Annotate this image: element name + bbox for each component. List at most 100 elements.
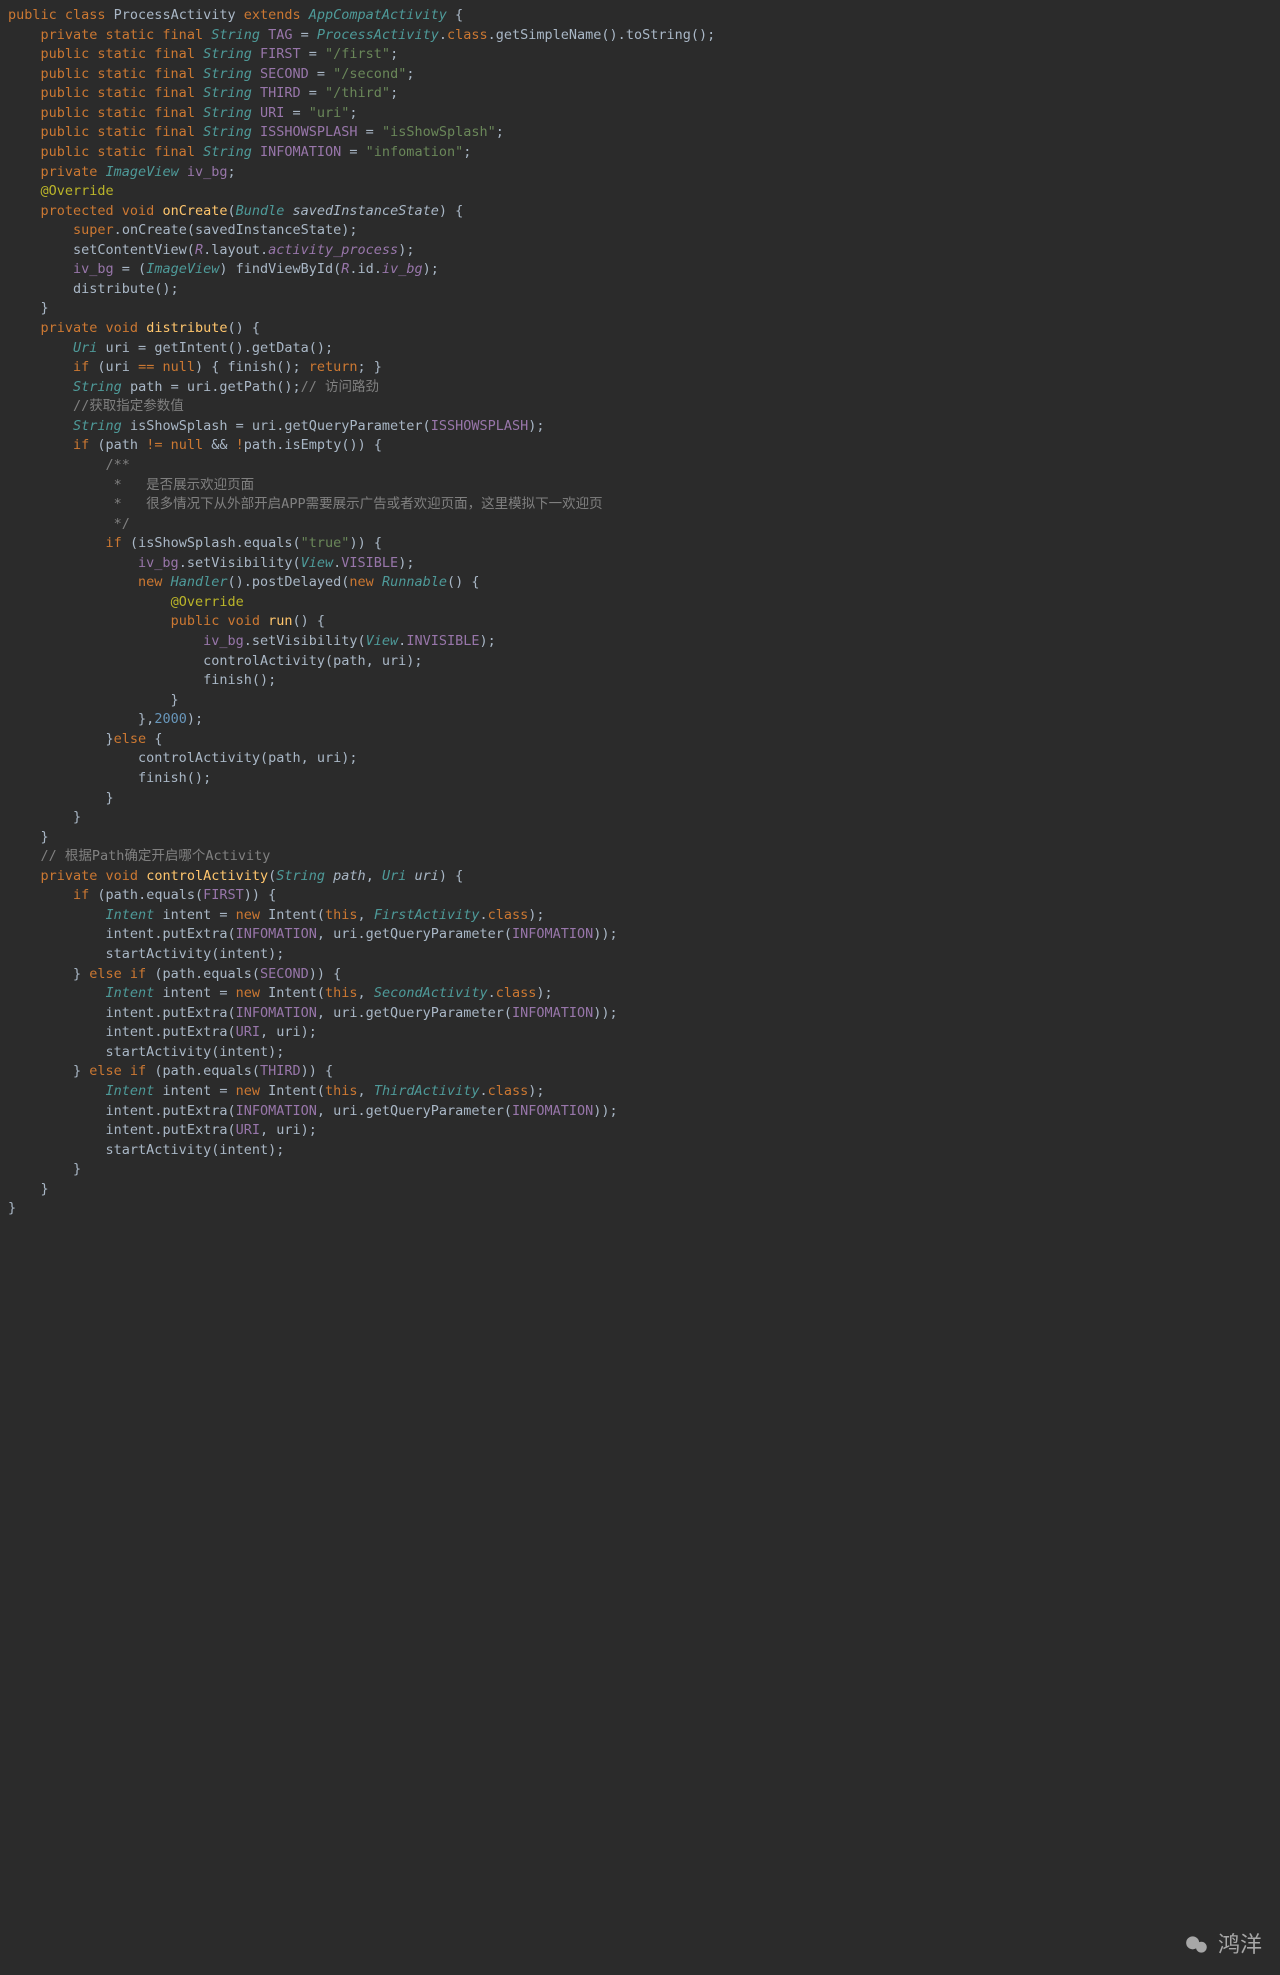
code-line: }: [8, 828, 1280, 848]
token-op: equals(: [203, 1063, 260, 1079]
code-line: @Override: [8, 182, 1280, 202]
token-op: [260, 27, 268, 43]
code-line: if (path.equals(FIRST)) {: [8, 886, 1280, 906]
token-kw: public static final: [41, 46, 204, 62]
token-dot: .: [488, 985, 496, 1001]
token-op: (): [227, 574, 243, 590]
code-line: String isShowSplash = uri.getQueryParame…: [8, 417, 1280, 437]
token-op: isEmpty()) {: [284, 437, 382, 453]
token-dot: .: [260, 242, 268, 258]
token-op: [8, 516, 106, 532]
token-op: , uri);: [260, 1024, 317, 1040]
token-field: SECOND: [260, 66, 309, 82]
token-op: putExtra(: [162, 1122, 235, 1138]
token-kw: new: [236, 907, 269, 923]
code-editor: public class ProcessActivity extends App…: [0, 0, 1280, 1975]
code-line: finish();: [8, 671, 1280, 691]
token-kw: extends: [244, 7, 309, 23]
code-line: startActivity(intent);: [8, 1043, 1280, 1063]
token-op: ;: [390, 46, 398, 62]
token-op: getQueryParameter(: [366, 926, 512, 942]
token-dot: .: [374, 261, 382, 277]
code-line: intent.putExtra(INFOMATION, uri.getQuery…: [8, 1004, 1280, 1024]
token-op: ;: [496, 124, 504, 140]
token-type: SecondActivity: [374, 985, 488, 1001]
token-cmt: */: [106, 516, 130, 532]
token-op: );: [528, 418, 544, 434]
token-op: [8, 359, 73, 375]
token-op: ;: [390, 85, 398, 101]
token-op: [8, 437, 73, 453]
token-op: (path: [97, 887, 138, 903]
token-dot: .: [195, 966, 203, 982]
code-line: } else if (path.equals(THIRD)) {: [8, 1062, 1280, 1082]
code-line: iv_bg.setVisibility(View.INVISIBLE);: [8, 632, 1280, 652]
token-op: [8, 613, 171, 629]
code-line: private ImageView iv_bg;: [8, 163, 1280, 183]
token-kw: private void: [41, 320, 147, 336]
token-op: () {: [293, 613, 326, 629]
token-op: ,: [358, 907, 374, 923]
code-line: //获取指定参数值: [8, 397, 1280, 417]
token-type: Uri: [382, 868, 406, 884]
token-dot: .: [244, 340, 252, 356]
token-type: Handler: [171, 574, 228, 590]
code-line: /**: [8, 456, 1280, 476]
code-line: if (uri == null) { finish(); return; }: [8, 358, 1280, 378]
token-op: }: [8, 1200, 16, 1216]
token-str: "/second": [333, 66, 406, 82]
token-kw: private static final: [41, 27, 212, 43]
token-param: uri: [414, 868, 438, 884]
token-type: ThirdActivity: [374, 1083, 480, 1099]
token-op: );: [423, 261, 439, 277]
token-op: );: [528, 1083, 544, 1099]
token-op: }: [8, 1181, 49, 1197]
token-op: (path: [154, 1063, 195, 1079]
token-dot: .: [195, 1063, 203, 1079]
token-op: ));: [593, 1005, 617, 1021]
token-type: String: [203, 124, 252, 140]
token-cmt: //获取指定参数值: [73, 398, 184, 414]
code-line: public class ProcessActivity extends App…: [8, 6, 1280, 26]
token-op: [8, 144, 41, 160]
token-op: ProcessActivity: [114, 7, 244, 23]
token-type: Uri: [73, 340, 97, 356]
token-op: ));: [593, 926, 617, 942]
token-type: View: [301, 555, 334, 571]
token-op: =: [358, 124, 382, 140]
token-type: String: [203, 144, 252, 160]
code-line: public void run() {: [8, 612, 1280, 632]
token-op: );: [536, 985, 552, 1001]
token-op: = (: [114, 261, 147, 277]
token-kw: if: [73, 359, 97, 375]
token-kw: public void: [171, 613, 269, 629]
token-op: distribute();: [8, 281, 179, 297]
token-op: [8, 320, 41, 336]
token-type: FirstActivity: [374, 907, 480, 923]
token-type: String: [211, 27, 260, 43]
token-field: iv_bg: [187, 164, 228, 180]
token-op: startActivity(intent);: [8, 1044, 284, 1060]
token-op: ));: [593, 1103, 617, 1119]
token-field: INFOMATION: [236, 1005, 317, 1021]
token-op: )) {: [349, 535, 382, 551]
token-kw: public class: [8, 7, 114, 23]
token-field: INFOMATION: [512, 1005, 593, 1021]
token-type: String: [203, 66, 252, 82]
token-op: ) { finish();: [195, 359, 309, 375]
token-str: "true": [301, 535, 350, 551]
token-op: }: [8, 966, 89, 982]
token-op: controlActivity(path, uri);: [8, 750, 358, 766]
token-op: )) {: [309, 966, 342, 982]
token-op: putExtra(: [162, 1024, 235, 1040]
token-op: putExtra(: [162, 926, 235, 942]
token-field: INFOMATION: [512, 1103, 593, 1119]
token-field: URI: [260, 105, 284, 121]
token-op: intent: [8, 1005, 154, 1021]
token-dot: .: [138, 887, 146, 903]
token-op: [252, 105, 260, 121]
token-kw: private: [41, 164, 106, 180]
token-op: [179, 164, 187, 180]
token-kw: return: [309, 359, 358, 375]
token-op: [8, 633, 203, 649]
